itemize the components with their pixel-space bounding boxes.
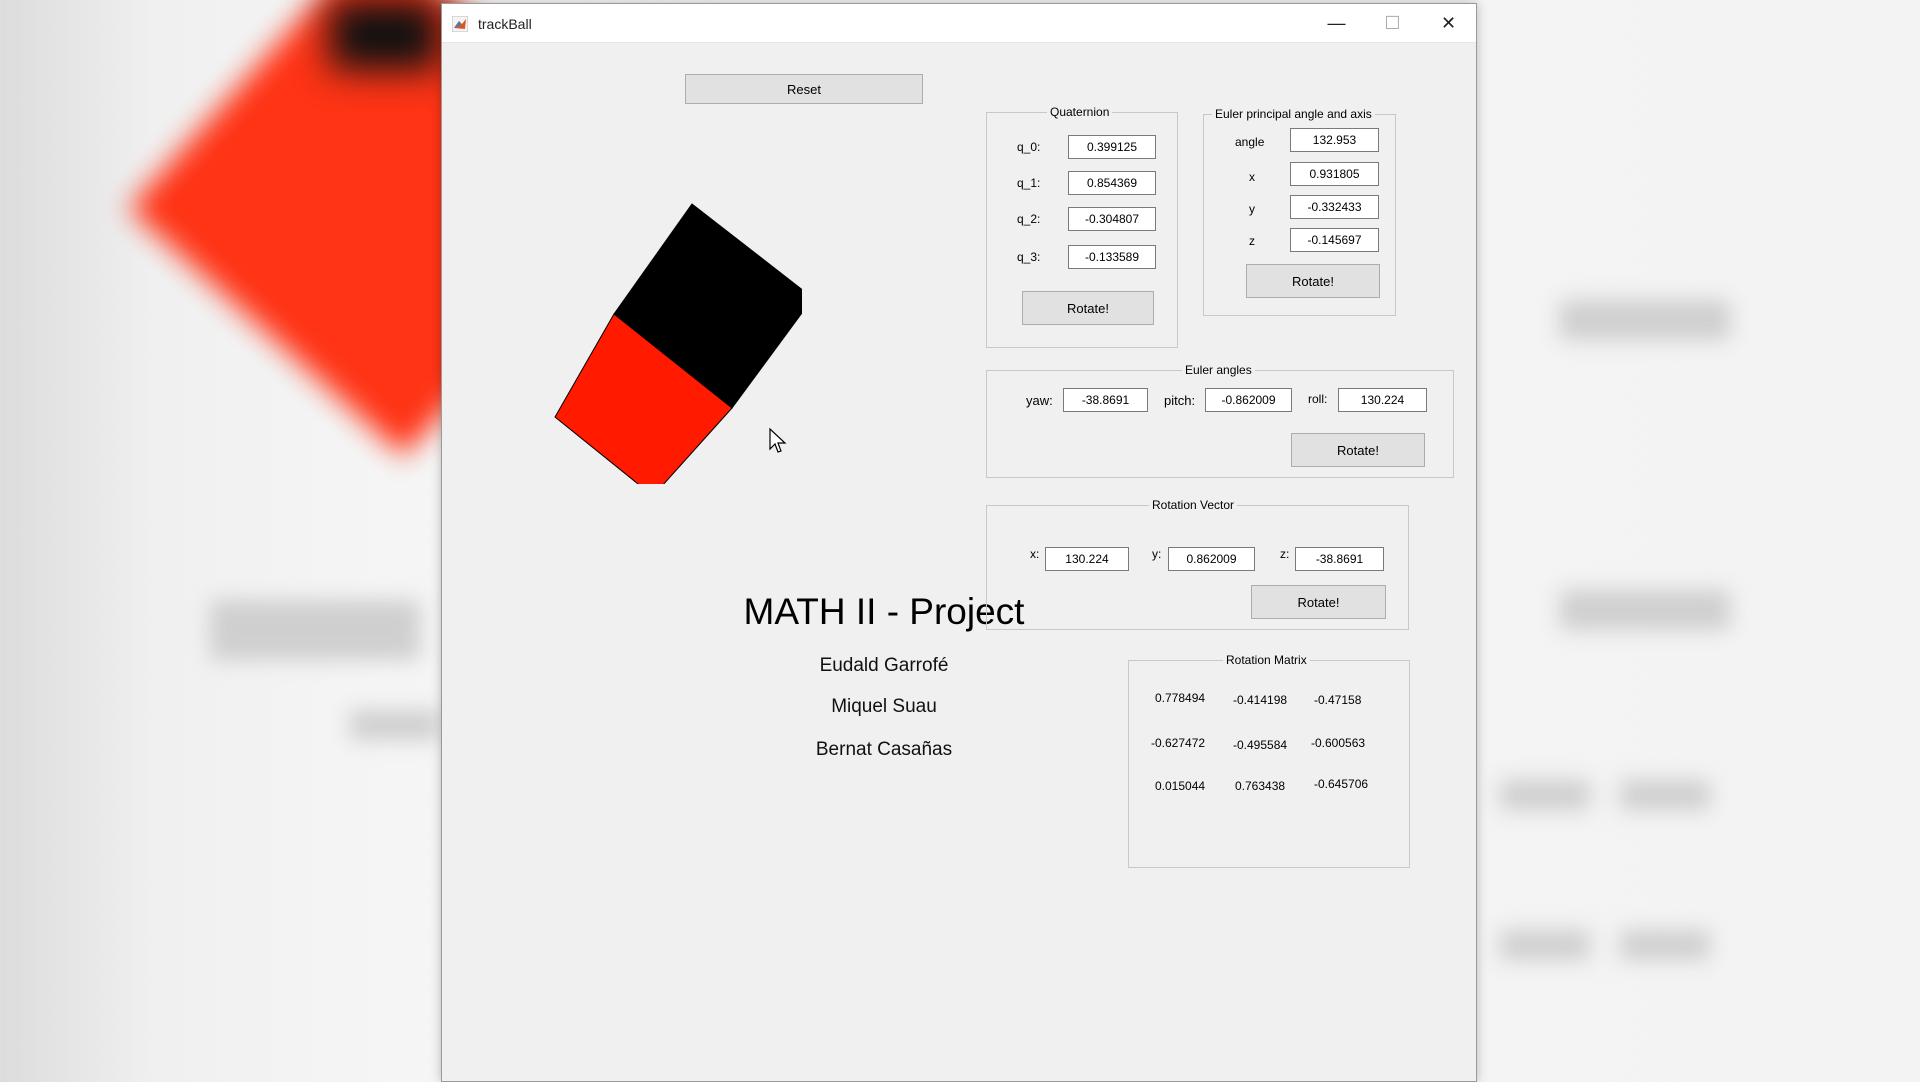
matrix-cell: 0.015044 [1155,779,1206,793]
panel-title: Rotation Matrix [1223,653,1310,667]
axis-y-field[interactable]: -0.332433 [1290,195,1379,219]
panel-title: Euler principal angle and axis [1212,107,1375,121]
panel-title: Rotation Vector [1149,498,1238,512]
rotation-matrix-panel: Rotation Matrix 0.778494 -0.414198 -0.47… [1128,653,1410,868]
euler-axis-rotate-button[interactable]: Rotate! [1246,264,1380,298]
field-label: z [1249,234,1255,248]
matrix-cell: -0.495584 [1233,738,1288,752]
panel-title: Euler angles [1182,363,1255,377]
window-title: trackBall [478,16,532,32]
matrix-cell: -0.600563 [1311,736,1366,750]
quaternion-rotate-button[interactable]: Rotate! [1022,291,1154,325]
matrix-cell: -0.414198 [1233,693,1288,707]
matrix-cell: 0.778494 [1155,691,1206,705]
field-label: q_2: [1017,212,1041,226]
matlab-icon [452,16,468,32]
quaternion-panel: Quaternion q_0: 0.399125 q_1: 0.854369 q… [986,105,1178,348]
q1-field[interactable]: 0.854369 [1068,171,1156,195]
background-blur [1560,590,1730,630]
background-dark-shape [330,0,440,70]
q0-field[interactable]: 0.399125 [1068,135,1156,159]
field-label: pitch: [1164,393,1196,408]
background-blur [1620,930,1710,960]
title-bar[interactable]: trackBall — ☐ ✕ [442,4,1476,43]
euler-angles-panel: Euler angles yaw: -38.8691 pitch: -0.862… [986,363,1454,478]
background-blur [1500,780,1590,810]
trackball-cube[interactable] [542,194,802,484]
trackball-window: trackBall — ☐ ✕ Reset MATH II - Project … [441,3,1477,1082]
pitch-field[interactable]: -0.862009 [1205,388,1292,412]
q2-field[interactable]: -0.304807 [1068,207,1156,231]
maximize-icon: ☐ [1384,12,1401,33]
maximize-button[interactable]: ☐ [1365,4,1420,42]
background-blur [1560,300,1730,340]
axis-z-field[interactable]: -0.145697 [1290,228,1379,252]
yaw-field[interactable]: -38.8691 [1063,388,1148,412]
rotation-vector-rotate-button[interactable]: Rotate! [1251,585,1386,619]
matrix-cell: -0.645706 [1314,777,1369,791]
field-label: y: [1152,547,1162,561]
background-blur [1620,780,1710,810]
author-name: Eudald Garrofé [819,655,949,676]
axis-x-field[interactable]: 0.931805 [1290,162,1379,186]
minimize-icon: — [1327,12,1346,33]
field-label: x [1249,170,1255,184]
background-blur [350,710,440,740]
field-label: q_0: [1017,140,1041,154]
background-blur [1500,930,1590,960]
author-name: Miquel Suau [831,696,937,717]
reset-button[interactable]: Reset [685,74,923,104]
roll-field[interactable]: 130.224 [1338,388,1427,412]
panel-title: Quaternion [1047,105,1113,119]
matrix-cell: -0.627472 [1151,736,1206,750]
rotvec-x-field[interactable]: 130.224 [1045,547,1129,571]
matrix-cell: -0.47158 [1314,693,1362,707]
rotation-vector-panel: Rotation Vector x: 130.224 y: 0.862009 z… [986,498,1409,630]
field-label: x: [1030,547,1040,561]
mouse-cursor-icon [769,428,787,453]
close-icon: ✕ [1440,12,1457,33]
field-label: yaw: [1026,393,1053,408]
minimize-button[interactable]: — [1309,4,1364,42]
field-label: z: [1280,547,1290,561]
field-label: roll: [1308,392,1328,406]
angle-field[interactable]: 132.953 [1290,128,1379,152]
matrix-cell: 0.763438 [1235,779,1286,793]
euler-angles-rotate-button[interactable]: Rotate! [1291,433,1425,467]
rotvec-y-field[interactable]: 0.862009 [1168,547,1255,571]
rotvec-z-field[interactable]: -38.8691 [1295,547,1384,571]
author-name: Bernat Casañas [815,739,953,760]
euler-axis-panel: Euler principal angle and axis angle 132… [1203,107,1396,316]
background-blur [210,600,420,660]
q3-field[interactable]: -0.133589 [1068,245,1156,269]
field-label: q_1: [1017,176,1041,190]
field-label: y [1249,202,1255,216]
field-label: angle [1235,135,1265,149]
field-label: q_3: [1017,250,1041,264]
close-button[interactable]: ✕ [1421,4,1476,42]
